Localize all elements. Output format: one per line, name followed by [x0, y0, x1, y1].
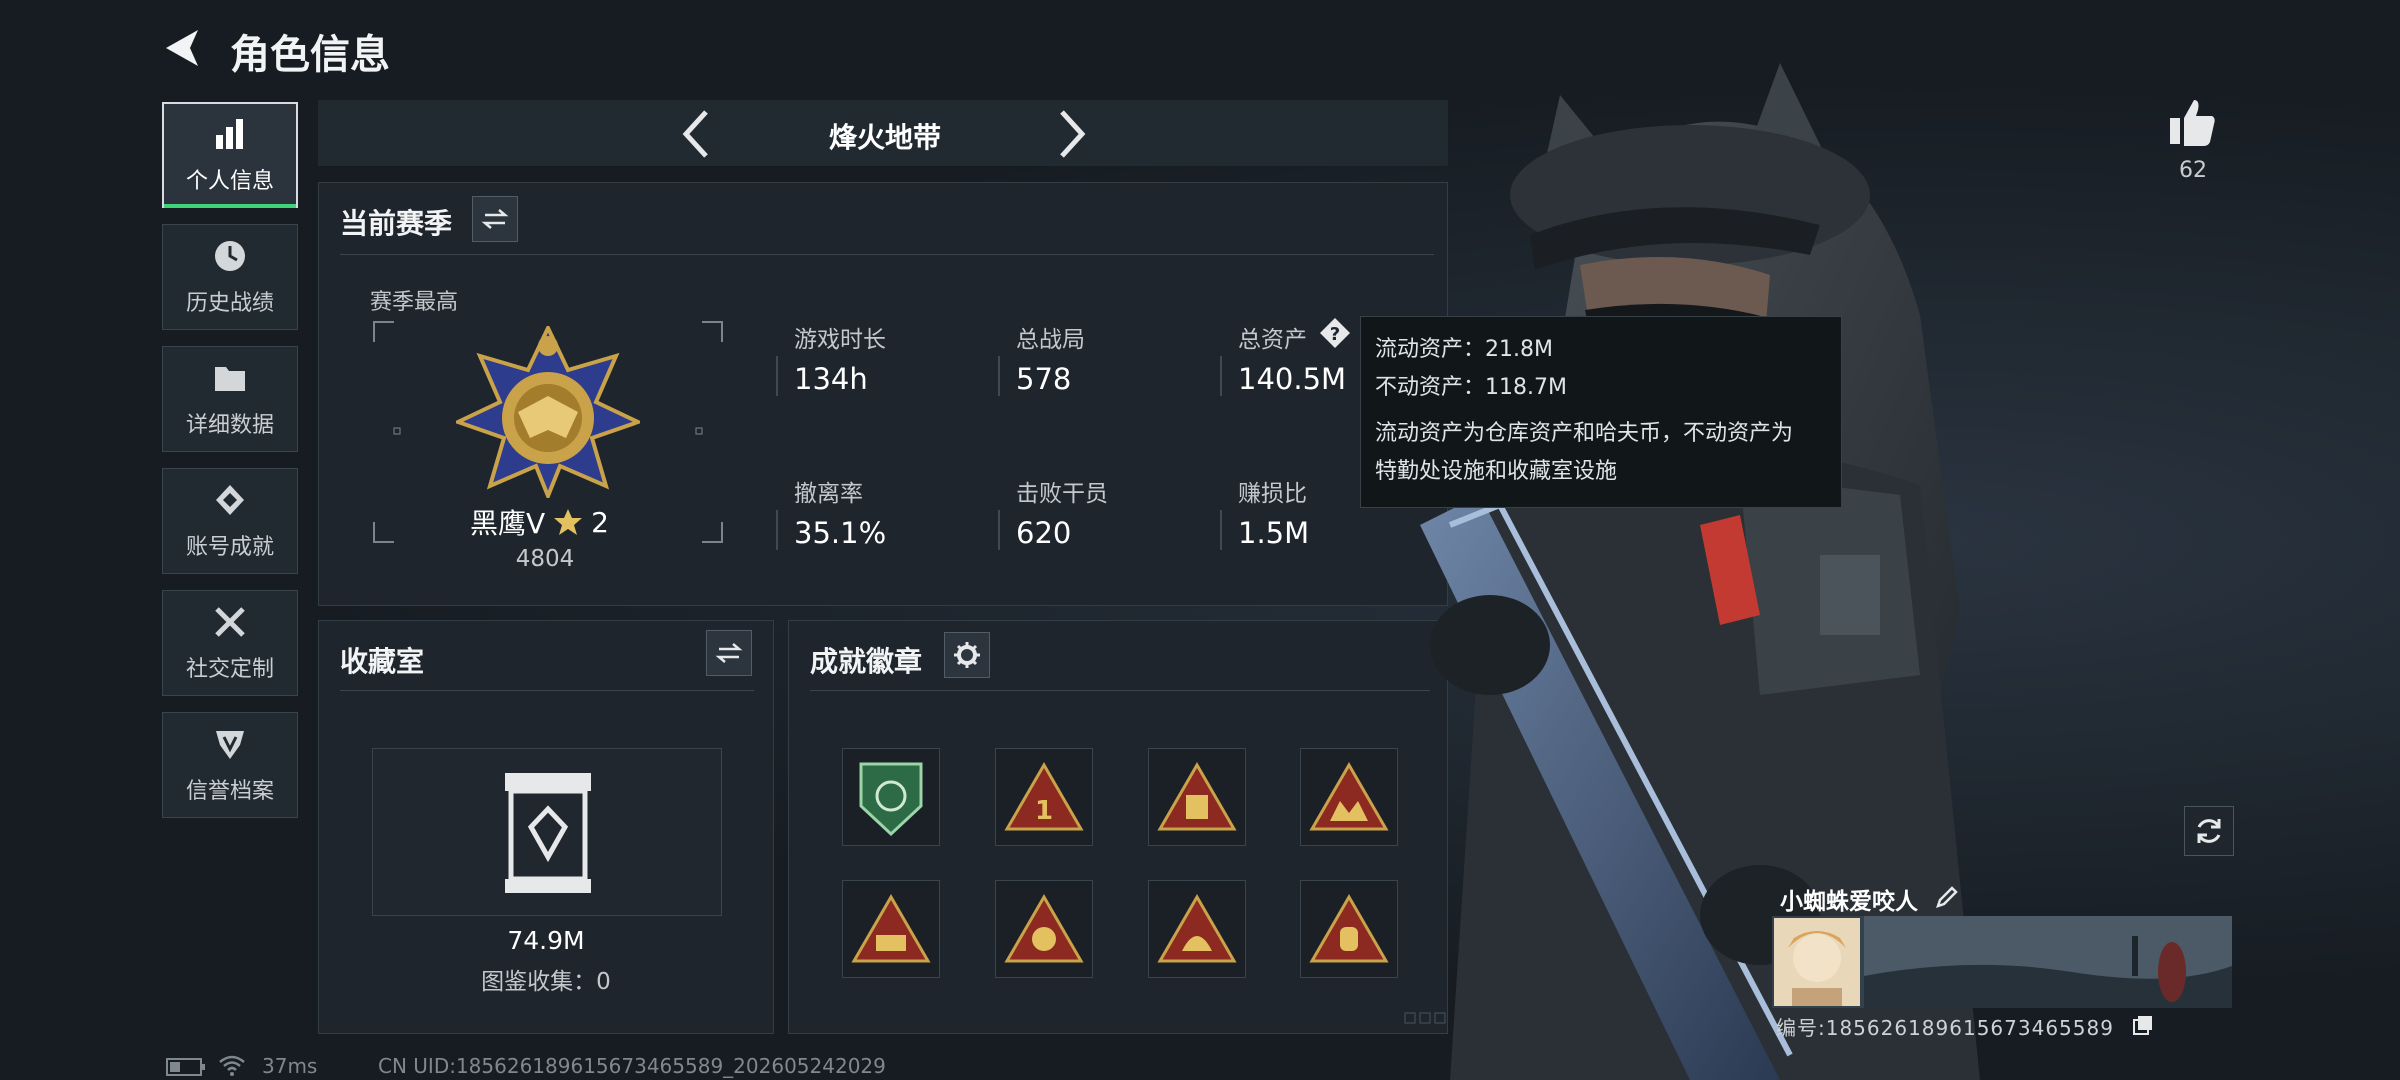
mode-title: 烽火地带: [828, 121, 941, 154]
refresh-icon: [2197, 819, 2221, 843]
svg-text:1: 1: [1035, 796, 1053, 826]
stat-separator: [1220, 510, 1222, 550]
stat-label-extract-rate: 撤离率: [794, 481, 863, 507]
sidebar-item-label: 账号成就: [185, 535, 274, 560]
like-count: 62: [2179, 158, 2207, 183]
red-triangle-badge-icon: [1157, 894, 1237, 963]
achievement-badge[interactable]: [842, 880, 940, 978]
stat-value-extract-rate: 35.1%: [794, 516, 887, 550]
sidebar-item-label: 详细数据: [185, 413, 274, 438]
collection-value: 74.9M: [507, 926, 585, 955]
switch-season-button[interactable]: [472, 196, 518, 242]
shield-icon: [216, 731, 244, 759]
clock-icon: [215, 241, 245, 271]
red-triangle-badge-icon: [1157, 762, 1237, 831]
refresh-button[interactable]: [2184, 806, 2234, 856]
player-uid: 编号:1856261896156734655​89: [1776, 1016, 2114, 1040]
achievement-badge[interactable]: [1148, 880, 1246, 978]
stat-separator: [998, 356, 1000, 396]
stat-separator: [776, 356, 778, 396]
stat-label-playtime: 游戏时长: [794, 327, 886, 353]
chevron-left-icon[interactable]: [672, 106, 722, 162]
achievement-title: 成就徽章: [810, 645, 923, 678]
gear-icon: [954, 642, 980, 668]
question-icon[interactable]: ?: [1318, 316, 1352, 350]
achievement-badge[interactable]: [995, 880, 1093, 978]
achievement-badge[interactable]: [1148, 748, 1246, 846]
trophy-icon: [216, 485, 244, 515]
season-best-label: 赛季最高: [370, 290, 459, 315]
green-shield-badge-icon: [859, 762, 923, 837]
edit-pencil-icon[interactable]: [1934, 884, 1960, 910]
thumbs-up-icon[interactable]: [2166, 96, 2220, 150]
network-ping: 37ms: [262, 1054, 318, 1078]
battery-icon: [166, 1058, 205, 1076]
stat-value-profit-ratio: 1.5M: [1238, 516, 1310, 550]
sidebar-item-label: 个人信息: [185, 169, 274, 194]
copy-icon[interactable]: [2132, 1014, 2154, 1036]
collection-divider: [340, 690, 754, 691]
chevron-right-icon[interactable]: [1046, 106, 1096, 162]
folder-icon: [215, 367, 245, 391]
stat-value-matches: 578: [1016, 362, 1072, 396]
star-icon: [554, 509, 583, 535]
sidebar-item-personal-info[interactable]: 个人信息: [162, 102, 298, 208]
player-card[interactable]: [1772, 916, 2232, 1008]
display-case-icon: [505, 773, 591, 893]
page-title: 角色信息: [230, 32, 390, 78]
achievement-divider: [810, 690, 1430, 691]
stat-separator: [1220, 356, 1222, 396]
sidebar-item-achievements[interactable]: 账号成就: [162, 468, 298, 574]
red-triangle-badge-icon: [851, 894, 931, 963]
rank-name: 黑鹰Ⅴ: [470, 507, 546, 540]
tooltip-liquid-assets: 流动资产：21.8M: [1375, 337, 1553, 362]
season-title: 当前赛季: [340, 207, 453, 240]
sidebar-item-social[interactable]: 社交定制: [162, 590, 298, 696]
back-arrow-icon[interactable]: [160, 26, 204, 70]
rank-score: 4804: [515, 546, 575, 572]
swap-icon: [715, 643, 743, 663]
stat-value-assets: 140.5M: [1238, 362, 1347, 396]
assets-tooltip: 流动资产：21.8M 不动资产：118.7M 流动资产为仓库资产和哈夫币，不动资…: [1360, 316, 1842, 508]
switch-collection-button[interactable]: [706, 630, 752, 676]
rank-emblem-icon: [456, 326, 640, 498]
sidebar-item-label: 历史战绩: [185, 291, 274, 316]
collection-room-preview[interactable]: [372, 748, 722, 916]
svg-text:?: ?: [1330, 324, 1340, 345]
stat-label-kills: 击败干员: [1016, 481, 1108, 507]
tooltip-fixed-assets: 不动资产：118.7M: [1375, 375, 1567, 400]
tooltip-description-line1: 流动资产为仓库资产和哈夫币，不动资产为: [1375, 421, 1794, 446]
stat-label-profit-ratio: 赚损比: [1238, 481, 1307, 507]
stat-label-assets: 总资产: [1238, 327, 1307, 353]
swap-icon: [481, 209, 509, 229]
tools-icon: [215, 607, 245, 637]
player-name: 小蜘蛛爱咬人: [1780, 889, 1918, 915]
stat-value-kills: 620: [1016, 516, 1072, 550]
bar-chart-icon: [216, 119, 243, 149]
achievement-badge[interactable]: [842, 748, 940, 846]
avatar: [1774, 918, 1860, 1006]
sidebar-item-label: 信誉档案: [185, 779, 274, 804]
red-triangle-badge-icon: [1004, 894, 1084, 963]
collection-catalog: 图鉴收集：0: [481, 969, 611, 995]
red-triangle-badge-icon: 1: [1004, 762, 1084, 831]
stat-separator: [998, 510, 1000, 550]
rank-name-row: 黑鹰Ⅴ 2: [470, 502, 609, 542]
collection-title: 收藏室: [340, 645, 425, 678]
season-divider: [340, 254, 1434, 255]
tooltip-description-line2: 特勤处设施和收藏室设施: [1375, 459, 1618, 484]
status-uid: CN UID:185626189615673465589_20260524202…: [378, 1054, 886, 1078]
achievement-badge[interactable]: 1: [995, 748, 1093, 846]
wifi-icon: [219, 1055, 245, 1076]
sidebar-item-credit[interactable]: 信誉档案: [162, 712, 298, 818]
stat-label-matches: 总战局: [1016, 327, 1085, 353]
stat-value-playtime: 134h: [794, 362, 868, 396]
stat-separator: [776, 510, 778, 550]
rank-stars: 2: [591, 505, 609, 539]
achievement-settings-button[interactable]: [944, 632, 990, 678]
sidebar-item-history[interactable]: 历史战绩: [162, 224, 298, 330]
sidebar-item-detail-data[interactable]: 详细数据: [162, 346, 298, 452]
sidebar-item-label: 社交定制: [185, 657, 274, 682]
